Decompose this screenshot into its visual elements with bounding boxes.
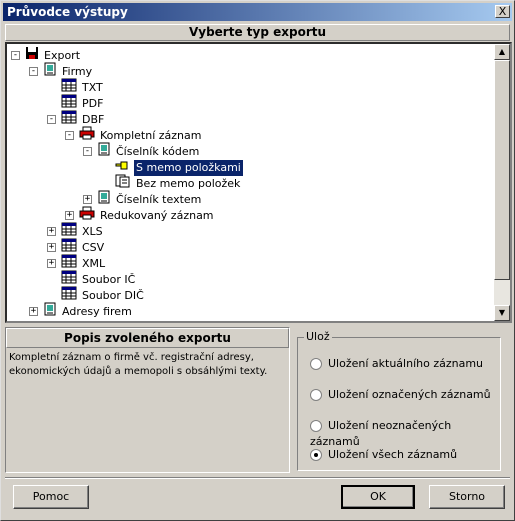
radio-label: Uložení aktuálního záznamu	[328, 357, 484, 370]
export-type-header: Vyberte typ exportu	[5, 24, 510, 41]
collapse-icon[interactable]: -	[47, 115, 56, 124]
tree-item[interactable]: Soubor DIČ	[47, 286, 146, 302]
scroll-up-button[interactable]: ▲	[494, 44, 510, 60]
radio-save-current[interactable]: Uložení aktuálního záznamu	[310, 356, 483, 372]
expand-icon[interactable]: +	[47, 227, 56, 236]
ok-button[interactable]: OK	[341, 485, 415, 509]
collapse-icon[interactable]: -	[83, 147, 92, 156]
save-options-group: Ulož Uložení aktuálního záznamu Uložení …	[297, 330, 501, 471]
radio-icon[interactable]	[310, 389, 322, 401]
tree-item[interactable]: TXT	[47, 78, 105, 94]
expand-icon[interactable]: +	[83, 195, 92, 204]
tree-item[interactable]: - Číselník kódem	[83, 142, 201, 158]
tree-rows: - Export - Firmy TXT PDF - DBF - Kompletní záznam…	[7, 44, 493, 321]
description-text: Kompletní záznam o firmě vč. registrační…	[9, 352, 268, 377]
radio-label: Uložení neoznačených záznamů	[310, 419, 452, 448]
help-button[interactable]: Pomoc	[13, 485, 89, 509]
window-title: Průvodce výstupy	[7, 5, 128, 19]
tree-item[interactable]: - Export	[11, 46, 82, 62]
radio-save-marked[interactable]: Uložení označených záznamů	[310, 387, 491, 403]
tree-item[interactable]: PDF	[47, 94, 105, 110]
radio-icon[interactable]	[310, 420, 322, 432]
tree-item[interactable]: + XLS	[47, 222, 105, 238]
tree-item-label: Redukovaný záznam	[100, 208, 214, 222]
radio-icon[interactable]	[310, 358, 322, 370]
expand-icon[interactable]: +	[47, 259, 56, 268]
tree-item[interactable]: S memo položkami	[101, 158, 244, 177]
tree-item[interactable]: Bez memo položek	[101, 174, 242, 190]
radio-icon[interactable]	[310, 449, 322, 461]
tree-item[interactable]: - Firmy	[29, 62, 94, 78]
radio-save-unmarked[interactable]: Uložení neoznačených záznamů	[310, 418, 500, 448]
tree-item[interactable]: Soubor IČ	[47, 270, 137, 286]
radio-save-all[interactable]: Uložení všech záznamů	[310, 447, 457, 463]
description-title: Popis zvoleného exportu	[6, 328, 289, 348]
scroll-down-button[interactable]: ▼	[494, 305, 510, 321]
collapse-icon[interactable]: -	[29, 67, 38, 76]
tree-item-label: Adresy firem	[62, 304, 132, 318]
collapse-icon[interactable]: -	[65, 131, 74, 140]
expand-icon[interactable]: +	[29, 307, 38, 316]
document-icon	[43, 302, 57, 321]
save-legend: Ulož	[304, 330, 332, 343]
tree-item[interactable]: - Kompletní záznam	[65, 126, 203, 142]
radio-label: Uložení označených záznamů	[328, 388, 491, 401]
tree-scrollbar[interactable]: ▲ ▼	[494, 44, 510, 321]
tree-item[interactable]: + Redukovaný záznam	[65, 206, 216, 222]
cancel-button[interactable]: Storno	[429, 485, 505, 509]
tree-item[interactable]: - DBF	[47, 110, 106, 126]
export-tree[interactable]: - Export - Firmy TXT PDF - DBF - Kompletní záznam…	[5, 42, 512, 323]
tree-item[interactable]: + CSV	[47, 238, 106, 254]
expand-icon[interactable]: +	[47, 243, 56, 252]
tree-item[interactable]: + Adresy firem	[29, 302, 134, 318]
description-panel: Popis zvoleného exportu Kompletní záznam…	[5, 327, 290, 473]
title-bar[interactable]: Průvodce výstupy X	[3, 3, 512, 21]
radio-label: Uložení všech záznamů	[328, 448, 458, 461]
close-button[interactable]: X	[495, 5, 510, 18]
expand-icon[interactable]: +	[65, 211, 74, 220]
footer-divider	[5, 477, 510, 479]
export-wizard-window: Průvodce výstupy X Vyberte typ exportu -…	[0, 0, 515, 521]
tree-item[interactable]: + XML	[47, 254, 107, 270]
scroll-thumb[interactable]	[494, 60, 510, 280]
collapse-icon[interactable]: -	[11, 51, 20, 60]
tree-item[interactable]: + Číselník textem	[83, 190, 203, 206]
